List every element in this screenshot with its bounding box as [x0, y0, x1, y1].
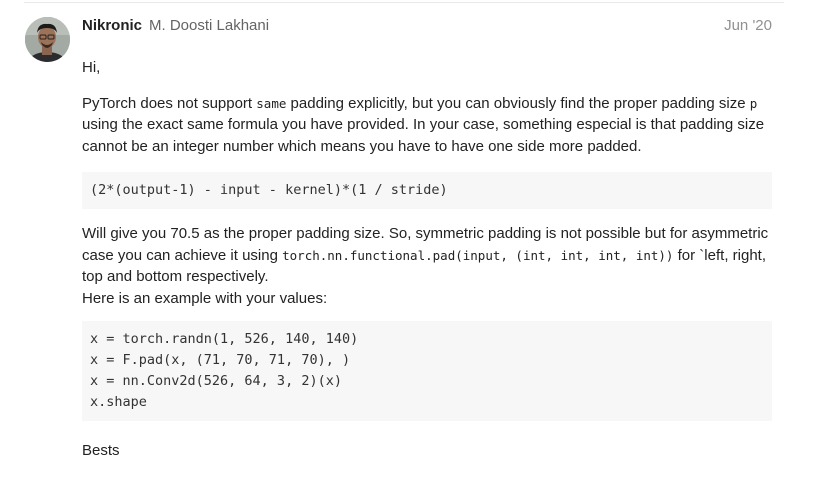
full-name-link[interactable]: M. Doosti Lakhani [149, 17, 269, 34]
intro-paragraph: PyTorch does not support same padding ex… [82, 93, 772, 158]
post-body: Hi, PyTorch does not support same paddin… [82, 57, 772, 462]
username-link[interactable]: Nikronic [82, 17, 142, 34]
closing-text: Bests [82, 442, 120, 459]
formula-code-block: (2*(output-1) - input - kernel)*(1 / str… [82, 172, 772, 209]
code-line: x = nn.Conv2d(526, 64, 3, 2)(x) [90, 373, 342, 389]
greeting-text: Hi, [82, 59, 101, 76]
example-code-block: x = torch.randn(1, 526, 140, 140) x = F.p… [82, 321, 772, 421]
inline-code-pad: torch.nn.functional.pad(input, (int, int… [282, 247, 674, 263]
explanation-paragraph: Will give you 70.5 as the proper padding… [82, 223, 772, 309]
inline-code-p: p [749, 95, 758, 111]
post-divider [24, 2, 784, 3]
avatar[interactable] [25, 17, 70, 62]
code-line: x = torch.randn(1, 526, 140, 140) [90, 331, 359, 347]
intro-text-2: padding explicitly, but you can obviousl… [286, 94, 750, 112]
post-date[interactable]: Jun '20 [724, 17, 772, 34]
intro-text-1: PyTorch does not support [82, 94, 257, 112]
code-line: x = F.pad(x, (71, 70, 71, 70), ) [90, 352, 351, 368]
code-line: x.shape [90, 394, 147, 410]
inline-code-same: same [256, 95, 287, 111]
explanation-text-3: Here is an example with your values: [82, 289, 328, 307]
user-avatar-image [25, 17, 70, 62]
intro-text-3: using the exact same formula you have pr… [82, 116, 765, 155]
post-header: Nikronic M. Doosti Lakhani Jun '20 [82, 16, 772, 38]
formula-code-line: (2*(output-1) - input - kernel)*(1 / str… [90, 182, 448, 198]
